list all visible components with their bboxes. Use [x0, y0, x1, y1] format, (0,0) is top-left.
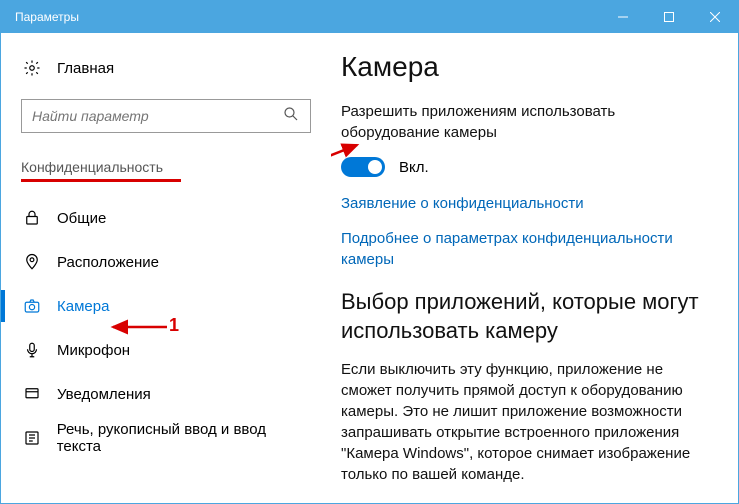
nav-label: Речь, рукописный ввод и ввод текста [57, 421, 311, 455]
nav-notifications[interactable]: Уведомления [1, 372, 331, 416]
section-description: Если выключить эту функцию, приложение н… [341, 359, 708, 485]
close-button[interactable] [692, 1, 738, 33]
nav-list: Общие Расположение Камера [1, 196, 331, 460]
annotation-number-1: 1 [169, 315, 179, 336]
window-body: Главная Конфиденциальность Общие [1, 33, 738, 503]
search-box[interactable] [21, 99, 311, 133]
content-pane: Камера Разрешить приложениям использоват… [331, 33, 738, 503]
nav-label: Расположение [57, 254, 159, 271]
window-title: Параметры [1, 10, 600, 24]
nav-camera[interactable]: Камера [1, 284, 331, 328]
privacy-statement-link[interactable]: Заявление о конфиденциальности [341, 193, 708, 214]
page-title: Камера [341, 51, 708, 83]
home-button[interactable]: Главная [1, 51, 331, 85]
nav-label: Микрофон [57, 342, 130, 359]
home-label: Главная [57, 60, 114, 77]
lock-icon [21, 209, 43, 227]
search-input[interactable] [32, 108, 282, 124]
nav-location[interactable]: Расположение [1, 240, 331, 284]
location-icon [21, 253, 43, 271]
camera-icon [21, 297, 43, 315]
nav-label: Уведомления [57, 386, 151, 403]
speech-icon [21, 429, 43, 447]
annotation-underline [21, 179, 181, 182]
toggle-state-label: Вкл. [399, 159, 429, 176]
search-icon [282, 105, 300, 128]
nav-general[interactable]: Общие [1, 196, 331, 240]
nav-microphone[interactable]: Микрофон [1, 328, 331, 372]
titlebar: Параметры [1, 1, 738, 33]
privacy-details-link[interactable]: Подробнее о параметрах конфиденциальност… [341, 228, 708, 270]
microphone-icon [21, 341, 43, 359]
toggle-row: Вкл. [341, 157, 708, 177]
gear-icon [21, 59, 43, 77]
section-heading: Конфиденциальность [21, 159, 311, 175]
notification-icon [21, 385, 43, 403]
nav-speech[interactable]: Речь, рукописный ввод и ввод текста [1, 416, 331, 460]
nav-label: Общие [57, 210, 106, 227]
camera-toggle[interactable] [341, 157, 385, 177]
settings-window: Параметры Главная [0, 0, 739, 504]
section-subtitle: Выбор приложений, которые могут использо… [341, 288, 708, 345]
maximize-button[interactable] [646, 1, 692, 33]
permission-description: Разрешить приложениям использовать обору… [341, 101, 708, 143]
nav-label: Камера [57, 298, 109, 315]
minimize-button[interactable] [600, 1, 646, 33]
sidebar: Главная Конфиденциальность Общие [1, 33, 331, 503]
